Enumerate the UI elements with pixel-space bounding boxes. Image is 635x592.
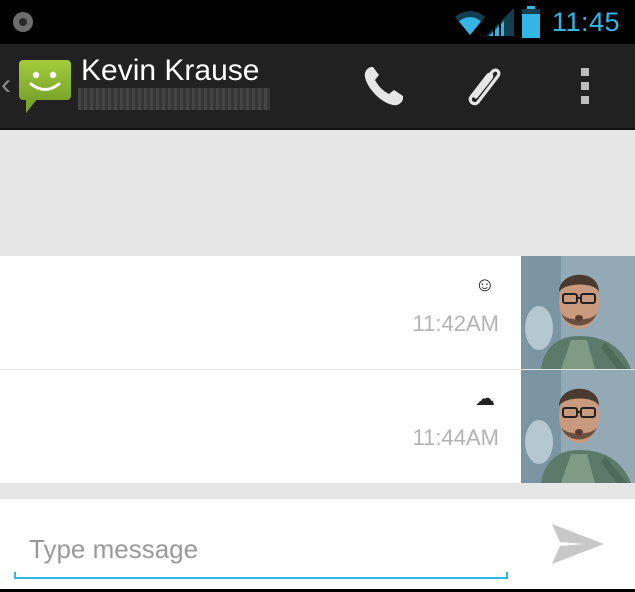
message-text: ☺: [474, 274, 495, 296]
back-chevron-icon[interactable]: ‹: [1, 70, 11, 100]
message-item[interactable]: ☺ 11:42AM: [0, 256, 635, 369]
contact-number-redacted: [78, 88, 270, 110]
status-bar: 11:45: [0, 0, 635, 44]
message-timestamp: 11:44AM: [412, 425, 499, 450]
action-bar: ‹ Kevin Krause: [0, 44, 635, 130]
messaging-app-icon[interactable]: [18, 58, 72, 114]
message-timestamp: 11:42AM: [412, 311, 499, 336]
message-input[interactable]: [14, 519, 508, 579]
wifi-icon: [455, 11, 485, 35]
contact-photo: [521, 370, 635, 483]
notification-icon: [13, 12, 33, 32]
overflow-menu-icon: [581, 68, 589, 104]
input-underline: [14, 572, 508, 579]
send-button[interactable]: [546, 517, 610, 571]
send-icon: [552, 524, 604, 564]
contact-avatar[interactable]: [521, 256, 635, 369]
message-text: ☁: [475, 388, 495, 410]
overflow-menu-button[interactable]: [553, 44, 617, 128]
contact-photo: [521, 256, 635, 369]
attach-button[interactable]: [452, 44, 516, 128]
contact-avatar[interactable]: [521, 370, 635, 483]
battery-icon: [522, 6, 540, 38]
phone-icon: [364, 67, 403, 106]
status-clock: 11:45: [552, 7, 621, 37]
paperclip-icon: [468, 68, 501, 106]
conversation-list[interactable]: ☺ 11:42AM ☁ 11:44AM: [0, 132, 635, 499]
call-button[interactable]: [352, 44, 416, 128]
message-item[interactable]: ☁ 11:44AM: [0, 370, 635, 483]
contact-name: Kevin Krause: [81, 54, 260, 87]
signal-icon: [486, 8, 514, 36]
message-composer: [0, 499, 635, 592]
messaging-screen: 11:45 ‹ Kevin Krause ☺ 11:42AM ☁ 11:44AM…: [0, 0, 635, 592]
